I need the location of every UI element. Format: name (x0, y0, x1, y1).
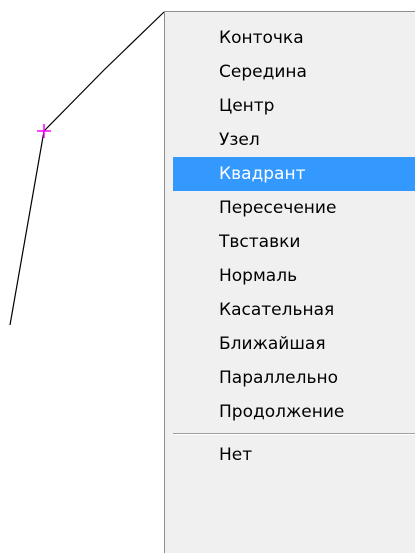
menu-item-label: Касательная (219, 300, 335, 320)
menu-item-intersection[interactable]: Пересечение (173, 191, 415, 225)
menu-item-label: Продолжение (219, 402, 345, 422)
menu-item-center[interactable]: Центр (173, 89, 415, 123)
menu-item-label: Ближайшая (219, 334, 326, 354)
menu-item-label: Узел (219, 130, 260, 150)
menu-item-endpoint[interactable]: Конточка (173, 21, 415, 55)
menu-item-node[interactable]: Узел (173, 123, 415, 157)
menu-item-midpoint[interactable]: Середина (173, 55, 415, 89)
menu-item-label: Твставки (219, 232, 301, 252)
menu-item-quadrant[interactable]: Квадрант (173, 157, 415, 191)
menu-item-label: Конточка (219, 28, 304, 48)
menu-item-tangent[interactable]: Касательная (173, 293, 415, 327)
menu-separator (173, 433, 415, 435)
drawn-polyline (9, 11, 165, 326)
menu-item-nearest[interactable]: Ближайшая (173, 327, 415, 361)
menu-item-extension[interactable]: Продолжение (173, 395, 415, 429)
menu-item-label: Нет (219, 445, 253, 465)
menu-item-label: Нормаль (219, 266, 298, 286)
menu-item-insertion[interactable]: Твставки (173, 225, 415, 259)
menu-item-none[interactable]: Нет (173, 438, 415, 472)
menu-item-label: Параллельно (219, 368, 338, 388)
osnap-context-menu: Конточка Середина Центр Узел Квадрант Пересеч… (164, 11, 415, 553)
menu-item-label: Пересечение (219, 198, 337, 218)
menu-item-label: Середина (219, 62, 307, 82)
menu-item-label: Квадрант (219, 164, 306, 184)
menu-item-label: Центр (219, 96, 275, 116)
menu-item-perpendicular[interactable]: Нормаль (173, 259, 415, 293)
menu-item-parallel[interactable]: Параллельно (173, 361, 415, 395)
